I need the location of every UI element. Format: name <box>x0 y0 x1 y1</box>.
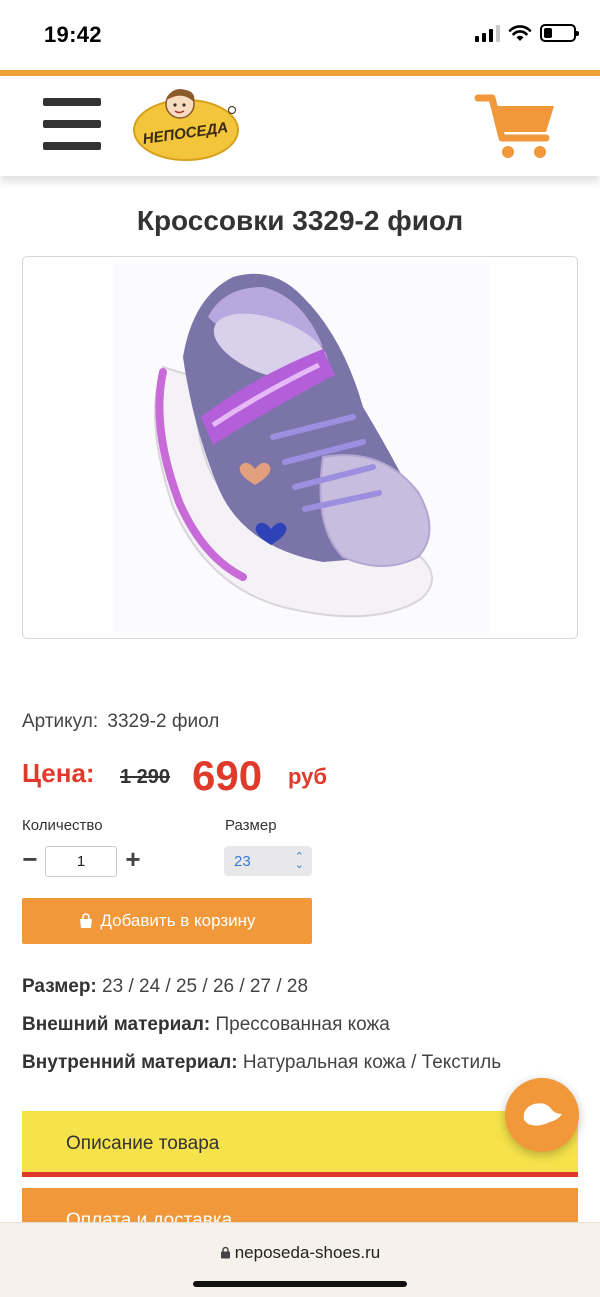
add-to-cart-button[interactable]: Добавить в корзину <box>22 898 312 944</box>
spec-value: Прессованная кожа <box>215 1014 390 1035</box>
spec-label: Размер: <box>22 976 97 997</box>
product-sku: Артикул: 3329-2 фиол <box>22 711 219 733</box>
wifi-icon <box>508 25 532 41</box>
quantity-decrement-button[interactable]: − <box>20 846 40 872</box>
address-bar[interactable]: neposeda-shoes.ru <box>0 1243 600 1263</box>
quantity-label: Количество <box>22 817 103 834</box>
menu-icon[interactable] <box>43 98 101 150</box>
cart-icon[interactable] <box>474 90 558 162</box>
chat-bubble-icon <box>523 1103 562 1126</box>
home-indicator[interactable] <box>193 1281 407 1287</box>
page-title: Кроссовки 3329-2 фиол <box>136 205 464 236</box>
battery-icon <box>540 24 579 42</box>
spec-inner-material: Внутренний материал: Натуральная кожа / … <box>22 1052 501 1074</box>
spec-value: Натуральная кожа / Текстиль <box>242 1052 502 1073</box>
status-icons <box>475 24 579 42</box>
chat-button[interactable] <box>505 1078 579 1152</box>
updown-chevron-icon: ⌃ ⌄ <box>294 851 304 871</box>
status-bar: 19:42 <box>0 0 600 70</box>
spec-label: Внешний материал: <box>22 1014 211 1035</box>
spec-label: Внутренний материал: <box>22 1052 238 1073</box>
browser-bottom-bar: neposeda-shoes.ru <box>0 1222 600 1297</box>
add-to-cart-label: Добавить в корзину <box>100 911 256 930</box>
product-image[interactable] <box>22 256 578 639</box>
size-select[interactable]: 23 ⌃ ⌄ <box>224 846 312 876</box>
status-time: 19:42 <box>44 22 102 47</box>
shopping-bag-icon <box>80 913 93 928</box>
currency: руб <box>288 764 327 789</box>
quantity-input[interactable] <box>45 846 117 877</box>
accordion-description-label: Описание товара <box>66 1133 220 1154</box>
spec-value: 23 / 24 / 25 / 26 / 27 / 28 <box>102 976 309 997</box>
size-value: 23 <box>234 852 251 870</box>
sku-value: 3329-2 фиол <box>107 711 220 732</box>
new-price: 690 <box>192 752 263 799</box>
site-logo[interactable]: НЕПОСЕДА <box>128 84 244 164</box>
price-label: Цена: <box>22 758 95 788</box>
url-text: neposeda-shoes.ru <box>234 1243 381 1262</box>
accordion-description[interactable]: Описание товара <box>22 1111 578 1177</box>
old-price: 1 290 <box>120 766 171 788</box>
sneaker-image <box>113 263 489 633</box>
signal-icon <box>475 24 500 42</box>
quantity-increment-button[interactable]: + <box>122 846 144 872</box>
size-label: Размер <box>225 817 277 834</box>
sku-label: Артикул: <box>22 711 99 732</box>
site-header: НЕПОСЕДА <box>0 70 600 176</box>
price-row: Цена: 1 290 690 руб <box>22 752 582 802</box>
lock-icon <box>220 1246 230 1259</box>
spec-size: Размер: 23 / 24 / 25 / 26 / 27 / 28 <box>22 976 308 998</box>
spec-outer-material: Внешний материал: Прессованная кожа <box>22 1014 390 1036</box>
